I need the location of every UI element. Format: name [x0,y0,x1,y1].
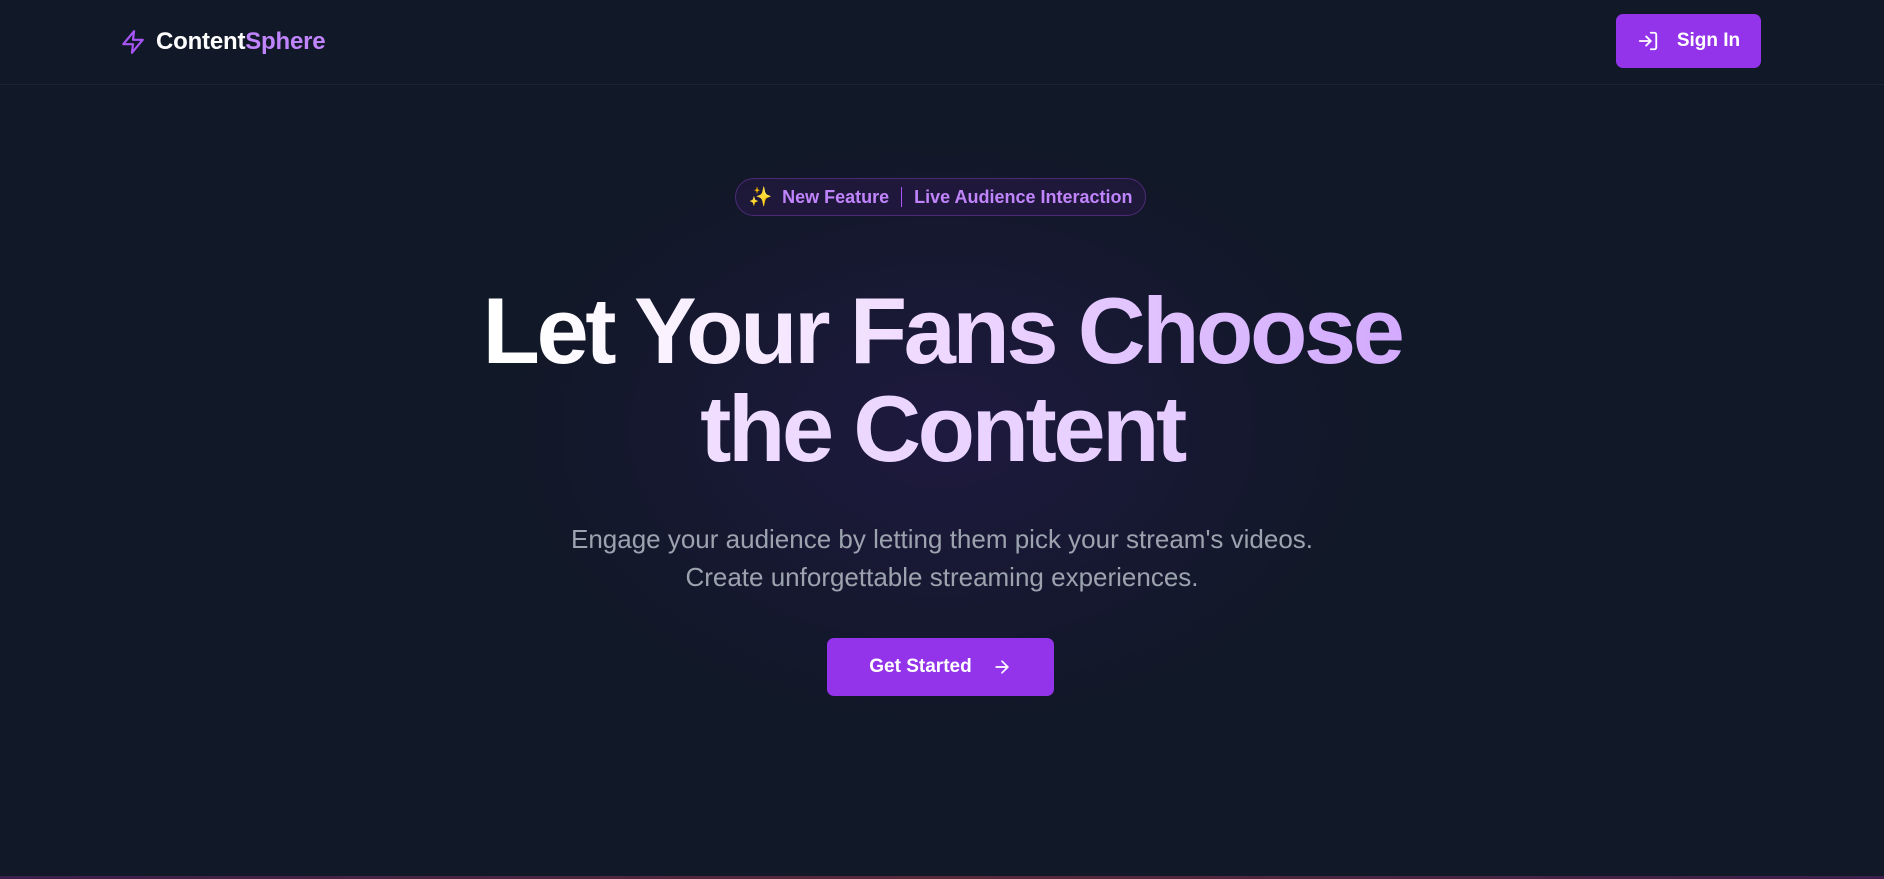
brand-name: Content Sphere [156,28,326,56]
landing-page: Content Sphere Sign In ✨ New Feature Live… [0,0,1884,879]
feature-badge: ✨ New Feature Live Audience Interaction [735,178,1146,216]
sparkles-icon: ✨ [748,187,773,208]
brand-name-suffix: Sphere [245,28,326,55]
sign-in-button[interactable]: Sign In [1616,14,1761,68]
badge-label: New Feature [782,186,890,207]
sign-in-label: Sign In [1676,30,1741,51]
get-started-label: Get Started [869,656,972,677]
get-started-button[interactable]: Get Started [827,638,1054,696]
lightning-icon [120,29,146,55]
navbar: Content Sphere Sign In [0,0,1884,85]
badge-text: Live Audience Interaction [914,186,1133,207]
hero-title-line-2: the Content [0,380,1884,478]
brand-logo[interactable]: Content Sphere [120,26,326,58]
arrow-right-icon [992,657,1012,677]
hero-title-line-1: Let Your Fans Choose [0,282,1884,380]
hero-subtitle: Engage your audience by letting them pic… [0,520,1884,596]
badge-divider [901,187,903,207]
hero-title: Let Your Fans Choose the Content [0,282,1884,478]
hero-subtitle-line-1: Engage your audience by letting them pic… [570,524,1314,554]
sign-in-icon [1637,30,1659,52]
brand-name-prefix: Content [156,28,246,55]
hero-subtitle-line-2: Create unforgettable streaming experienc… [685,562,1199,592]
